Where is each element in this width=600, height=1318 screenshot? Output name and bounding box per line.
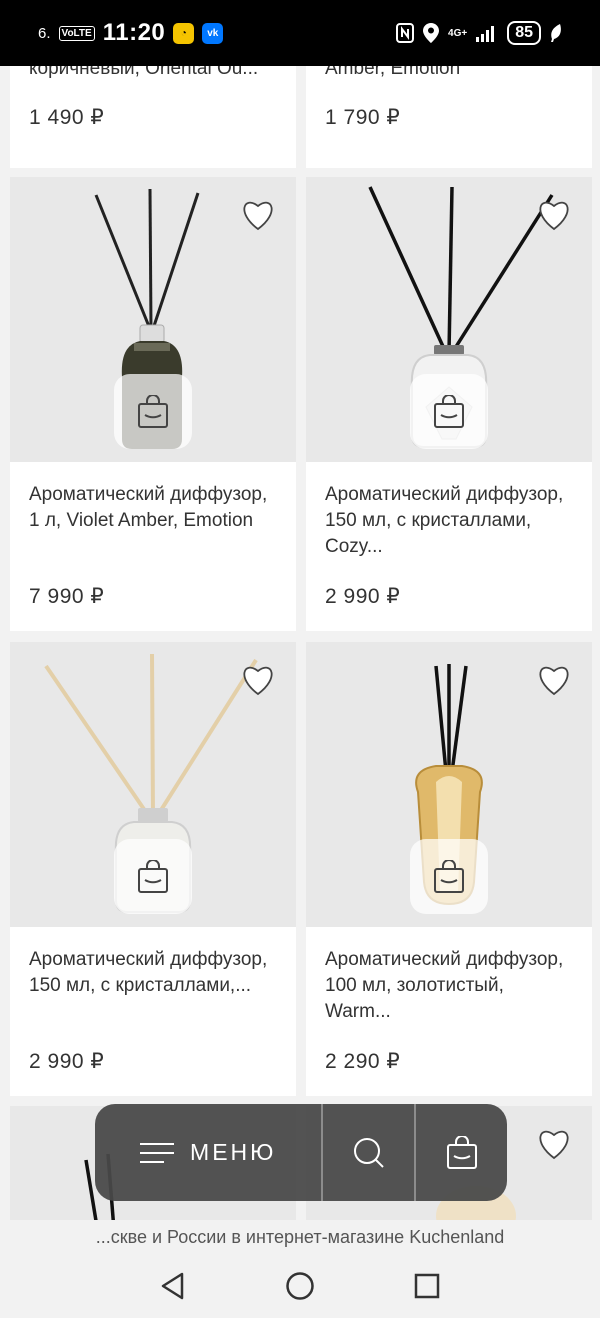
add-to-cart-button[interactable] (114, 374, 192, 449)
product-title[interactable]: Amber, Emotion (325, 66, 572, 82)
home-circle-icon (286, 1272, 314, 1300)
floating-nav-bar: МЕНЮ (95, 1104, 507, 1201)
search-icon (353, 1137, 384, 1168)
nfc-icon (396, 23, 415, 43)
product-price: 2 990 ₽ (29, 1050, 105, 1073)
add-to-cart-button[interactable] (410, 839, 488, 914)
shopping-bag-icon (434, 394, 464, 428)
search-button[interactable] (323, 1104, 414, 1201)
product-price: 2 290 ₽ (325, 1050, 401, 1073)
product-title[interactable]: Ароматический диффузор, 100 мл, золотист… (325, 947, 572, 1025)
product-title[interactable]: Ароматический диффузор, 1 л, Violet Ambe… (29, 482, 276, 560)
product-card[interactable]: Ароматический диффузор, 100 мл, золотист… (306, 642, 592, 1096)
cart-button[interactable] (416, 1104, 507, 1201)
product-image[interactable] (10, 177, 296, 462)
favorite-heart-icon[interactable] (536, 199, 572, 231)
recents-square-icon (414, 1273, 439, 1299)
favorite-heart-icon[interactable] (240, 199, 276, 231)
shopping-bag-icon (138, 394, 168, 428)
shopping-bag-icon (446, 1135, 477, 1169)
product-price: 7 990 ₽ (29, 585, 105, 608)
leaf-icon (551, 24, 561, 42)
product-title[interactable]: Ароматический диффузор, 150 мл, с криста… (325, 482, 572, 560)
product-card[interactable]: Ароматический диффузор, 150 мл, с криста… (306, 177, 592, 631)
shopping-bag-icon (138, 859, 168, 893)
product-price: 1 790 ₽ (325, 106, 401, 129)
product-price: 2 990 ₽ (325, 585, 401, 608)
signal-icon (476, 26, 495, 42)
product-image[interactable] (306, 177, 592, 462)
favorite-heart-icon[interactable] (536, 1128, 572, 1160)
network-type: 4G+ (448, 27, 468, 39)
location-icon (423, 23, 440, 43)
product-card[interactable]: Amber, Emotion 1 790 ₽ (306, 66, 592, 168)
home-button[interactable] (280, 1266, 320, 1306)
battery-level: 85 (507, 21, 541, 45)
status-bar: 6. VoLTE 11:20 ◔ vk 4G+ 85 (0, 0, 600, 66)
seo-footer-text: ...скве и России в интернет-магазине Kuc… (0, 1220, 600, 1254)
product-image[interactable] (306, 642, 592, 927)
product-card[interactable]: Ароматический диффузор, 150 мл, с криста… (10, 642, 296, 1096)
hamburger-icon (140, 1142, 175, 1163)
product-card[interactable]: Ароматический диффузор, 1 л, Violet Ambe… (10, 177, 296, 631)
product-title[interactable]: коричневый, Oriental Ou... (29, 66, 276, 82)
favorite-heart-icon[interactable] (240, 664, 276, 696)
menu-button[interactable]: МЕНЮ (95, 1104, 321, 1201)
product-title[interactable]: Ароматический диффузор, 150 мл, с криста… (29, 947, 276, 1025)
product-grid: коричневый, Oriental Ou... 1 490 ₽ Amber… (0, 66, 600, 1220)
add-to-cart-button[interactable] (114, 839, 192, 914)
volte-badge: VoLTE (58, 25, 95, 41)
product-card[interactable]: коричневый, Oriental Ou... 1 490 ₽ (10, 66, 296, 168)
shopping-bag-icon (434, 859, 464, 893)
product-price: 1 490 ₽ (29, 106, 105, 129)
recents-button[interactable] (407, 1266, 447, 1306)
back-triangle-icon (162, 1272, 184, 1300)
add-to-cart-button[interactable] (410, 374, 488, 449)
favorite-heart-icon[interactable] (536, 664, 572, 696)
back-button[interactable] (153, 1266, 193, 1306)
product-image[interactable] (10, 642, 296, 927)
status-indicator: 6. (38, 24, 51, 42)
menu-label: МЕНЮ (190, 1139, 277, 1165)
vk-notification-icon: vk (202, 22, 224, 44)
clock: 11:20 (102, 19, 166, 46)
android-navigation-bar (0, 1254, 600, 1318)
notification-app-icon: ◔ (173, 22, 195, 44)
